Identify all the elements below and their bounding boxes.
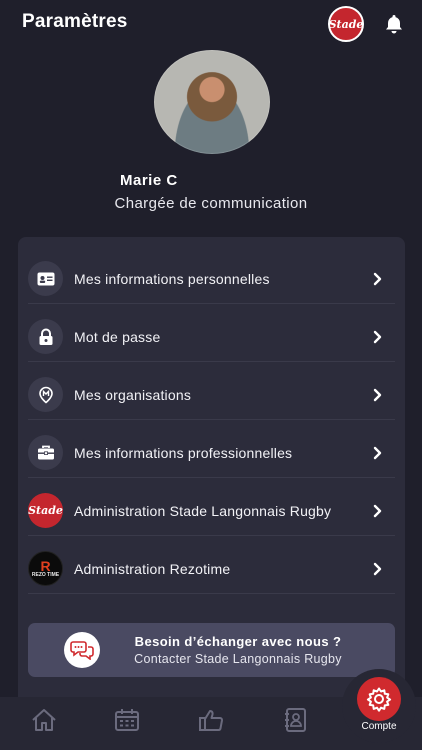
menu-item-label: Mes informations professionnelles <box>74 444 293 461</box>
calendar-icon <box>115 709 139 731</box>
chevron-right-icon <box>373 330 382 343</box>
chat-bubbles-icon <box>64 632 100 668</box>
menu-item-password[interactable]: Mot de passe <box>28 312 395 362</box>
tab-account[interactable] <box>357 677 401 721</box>
user-role: Chargée de communication <box>114 195 308 212</box>
menu-item-organisations[interactable]: Mes organisations <box>28 370 395 420</box>
tab-account-label: Compte <box>361 721 397 732</box>
header: Paramètres Stade <box>0 0 422 48</box>
tab-calendar[interactable] <box>112 705 142 735</box>
menu-item-label: Administration Rezotime <box>74 560 231 577</box>
id-card-icon <box>28 261 63 296</box>
avatar[interactable] <box>154 50 270 154</box>
chevron-right-icon <box>373 504 382 517</box>
chevron-right-icon <box>373 446 382 459</box>
menu-item-professional-info[interactable]: Mes informations professionnelles <box>28 428 395 478</box>
settings-card: Mes informations personnelles Mot de pas… <box>18 237 405 707</box>
chevron-right-icon <box>373 272 382 285</box>
rezotime-logo-text: REZO TIME <box>31 571 60 578</box>
briefcase-icon <box>28 435 63 470</box>
chevron-right-icon <box>373 562 382 575</box>
tab-likes[interactable] <box>196 705 226 735</box>
menu-item-label: Mes informations personnelles <box>74 270 270 287</box>
menu-item-label: Administration Stade Langonnais Rugby <box>74 502 332 519</box>
menu-item-admin-rezotime[interactable]: R REZO TIME Administration Rezotime <box>28 544 395 594</box>
lock-icon <box>28 319 63 354</box>
club-logo-button[interactable]: Stade <box>328 6 364 42</box>
rezotime-logo: R REZO TIME <box>28 551 63 586</box>
club-logo-text: Stade <box>328 17 364 31</box>
contacts-book-icon <box>285 708 306 732</box>
menu-item-label: Mot de passe <box>74 328 161 345</box>
contact-title: Besoin d’échanger avec nous ? <box>134 634 342 649</box>
bell-icon[interactable] <box>382 12 406 36</box>
contact-club-button[interactable]: Besoin d’échanger avec nous ? Contacter … <box>28 623 395 677</box>
location-pin-icon <box>28 377 63 412</box>
user-name: Marie C <box>120 172 178 189</box>
gear-icon <box>366 687 392 712</box>
contact-subtitle: Contacter Stade Langonnais Rugby <box>134 652 342 666</box>
home-icon <box>32 709 56 731</box>
tab-contacts[interactable] <box>280 705 310 735</box>
rezotime-logo-mark: R <box>40 557 51 574</box>
stade-langonnais-logo: Stade <box>28 493 63 528</box>
menu-item-admin-stade[interactable]: Stade Administration Stade Langonnais Ru… <box>28 486 395 536</box>
tab-bar: Compte <box>0 669 422 750</box>
menu-item-personal-info[interactable]: Mes informations personnelles <box>28 254 395 304</box>
stade-logo-text: Stade <box>28 504 63 517</box>
page-title: Paramètres <box>22 11 128 32</box>
thumbs-up-icon <box>199 710 223 731</box>
menu-item-label: Mes organisations <box>74 386 192 403</box>
tab-home[interactable] <box>29 705 59 735</box>
chevron-right-icon <box>373 388 382 401</box>
